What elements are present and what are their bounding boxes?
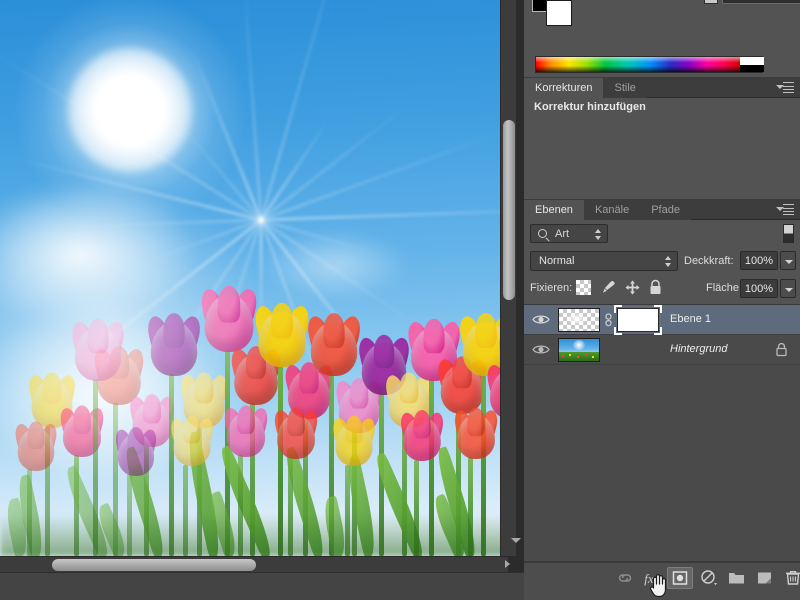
- fill-value: 100%: [744, 283, 774, 295]
- tab-ebenen-label: Ebenen: [535, 204, 573, 216]
- add-layer-mask-button[interactable]: [667, 567, 693, 589]
- meadow-ground: [0, 514, 508, 556]
- blend-mode-value: Normal: [539, 255, 575, 267]
- tulip-flower: [452, 407, 500, 459]
- ramp-white-swatch[interactable]: [740, 57, 764, 65]
- tab-ebenen[interactable]: Ebenen: [524, 200, 584, 220]
- layer-thumbnail[interactable]: [558, 308, 600, 332]
- search-icon: [538, 229, 547, 238]
- new-group-button[interactable]: [724, 567, 750, 589]
- tulip-flower: [68, 318, 128, 381]
- adjustments-tabbar: Korrekturen Stile: [524, 78, 800, 98]
- photoshop-window: Korrekturen Stile Korrektur hinzufügen E…: [0, 0, 800, 600]
- tab-stile-label: Stile: [614, 82, 636, 94]
- lock-all-icon[interactable]: [648, 279, 663, 301]
- layers-panel-menu-icon[interactable]: [776, 204, 794, 216]
- document-image[interactable]: [0, 0, 508, 556]
- chevron-updown-icon[interactable]: [595, 229, 602, 240]
- sun-core: [68, 48, 192, 172]
- table-row[interactable]: Ebene 1: [524, 305, 800, 335]
- tulip-flower: [12, 421, 60, 471]
- tulip-flower: [221, 405, 271, 457]
- tab-kanaele[interactable]: Kanäle: [583, 200, 641, 220]
- new-layer-button[interactable]: [752, 567, 778, 589]
- layer-name[interactable]: Ebene 1: [670, 313, 711, 325]
- document-canvas-area[interactable]: [0, 0, 524, 600]
- canvas-vertical-scrollbar[interactable]: [500, 0, 516, 556]
- layer-filter-row: Art T: [524, 220, 800, 246]
- layer-list[interactable]: Ebene 1 Hintergrund: [524, 304, 800, 562]
- layer-mask-link-icon[interactable]: [604, 313, 613, 327]
- tab-pfade[interactable]: Pfade: [640, 200, 691, 220]
- adjustments-title: Korrektur hinzufügen: [534, 101, 646, 113]
- link-layers-button[interactable]: [612, 567, 638, 589]
- tab-korrekturen-label: Korrekturen: [535, 82, 593, 94]
- opacity-value-field[interactable]: 100%: [740, 251, 778, 270]
- color-ramp[interactable]: [535, 56, 764, 73]
- scroll-right-arrow-icon[interactable]: [505, 560, 510, 568]
- tulip-flower: [304, 313, 364, 377]
- color-spectrum-strip[interactable]: [536, 57, 740, 72]
- new-adjustment-layer-button[interactable]: [696, 567, 722, 589]
- tulip-flower: [398, 410, 446, 462]
- blend-mode-select[interactable]: Normal: [530, 251, 678, 271]
- tab-kanaele-label: Kanäle: [594, 204, 630, 216]
- adjustments-panel-menu-icon[interactable]: [776, 82, 794, 94]
- layer-visibility-toggle-icon[interactable]: [532, 343, 550, 356]
- color-spectrum-shading: [536, 57, 740, 72]
- canvas-status-bar: [0, 572, 524, 600]
- canvas-horizontal-scrollbar[interactable]: [0, 556, 508, 572]
- layer-filter-type-label: Art: [555, 228, 570, 240]
- lock-row: Fixieren: Fläche: 100%: [524, 276, 800, 302]
- fill-stepper[interactable]: [780, 279, 796, 298]
- lock-label: Fixieren:: [530, 282, 573, 294]
- adjustment-icon-row-3: [524, 174, 800, 198]
- color-value-field[interactable]: [722, 0, 800, 4]
- tulip-flower: [330, 415, 378, 467]
- hand-pointer-cursor: [648, 572, 670, 598]
- tab-pfade-label: Pfade: [651, 204, 680, 216]
- adjustments-panel: Korrekturen Stile Korrektur hinzufügen: [524, 78, 800, 200]
- layer-thumbnail[interactable]: [558, 338, 600, 362]
- blend-mode-row: Normal Deckkraft: 100%: [524, 248, 800, 274]
- tulip-flower: [252, 302, 312, 367]
- layer-filter-type-select[interactable]: Art: [530, 224, 608, 243]
- lock-image-pixels-icon[interactable]: [600, 279, 617, 301]
- lock-transparent-pixels-icon[interactable]: [576, 280, 591, 295]
- table-row[interactable]: Hintergrund: [524, 335, 800, 365]
- layers-tabbar: Ebenen Kanäle Pfade: [524, 200, 800, 220]
- tulip-flower: [113, 426, 159, 476]
- tab-korrekturen[interactable]: Korrekturen: [524, 78, 604, 98]
- chevron-updown-icon[interactable]: [665, 256, 672, 267]
- tulip-flower: [272, 407, 320, 459]
- panel-dock: Korrekturen Stile Korrektur hinzufügen E…: [524, 0, 800, 600]
- scroll-down-arrow-icon[interactable]: [511, 538, 521, 543]
- layer-mask-active-indicator: [614, 305, 662, 335]
- opacity-label: Deckkraft:: [684, 255, 734, 267]
- delete-layer-button[interactable]: [780, 567, 800, 589]
- fill-value-field[interactable]: 100%: [740, 279, 778, 298]
- background-color-swatch[interactable]: [546, 0, 572, 26]
- ramp-black-swatch[interactable]: [740, 65, 764, 72]
- layers-panel: Ebenen Kanäle Pfade Art Normal Deckkraft…: [524, 200, 800, 600]
- color-panel[interactable]: [524, 0, 800, 78]
- filter-enable-toggle[interactable]: [783, 224, 794, 243]
- opacity-value: 100%: [744, 255, 774, 267]
- layer-visibility-toggle-icon[interactable]: [532, 313, 550, 326]
- adjustment-icon-row-2: [524, 148, 800, 172]
- layer-name[interactable]: Hintergrund: [670, 343, 727, 355]
- canvas-vertical-scrollbar-thumb[interactable]: [503, 120, 515, 300]
- lock-position-icon[interactable]: [624, 279, 641, 301]
- opacity-stepper[interactable]: [780, 251, 796, 270]
- adjustment-icon-row-1: [524, 122, 800, 146]
- tab-stile[interactable]: Stile: [603, 78, 647, 98]
- tulip-flower: [168, 415, 216, 467]
- tulip-flower: [144, 313, 204, 377]
- layer-locked-icon: [775, 342, 788, 357]
- layers-panel-toolbar: fx: [524, 562, 800, 600]
- canvas-horizontal-scrollbar-thumb[interactable]: [52, 559, 256, 571]
- tulip-flower: [198, 286, 260, 353]
- fill-label: Fläche:: [706, 282, 743, 294]
- color-mode-chip[interactable]: [704, 0, 718, 4]
